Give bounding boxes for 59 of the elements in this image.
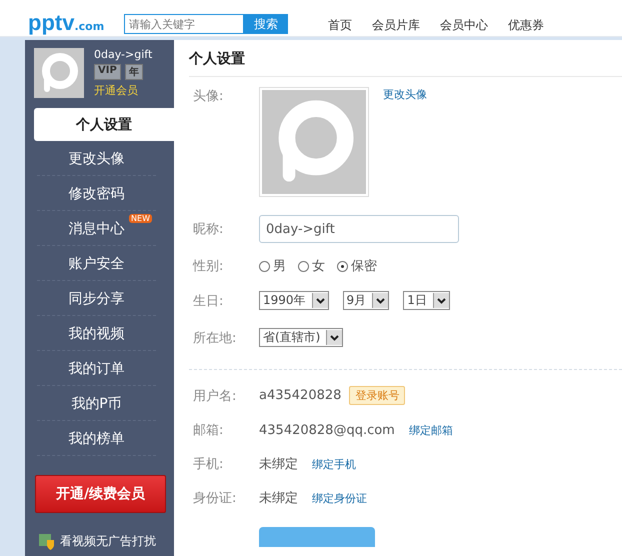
field-label: 邮箱: [193,422,224,439]
caret-icon [372,293,388,308]
gender-radio[interactable]: 保密 [337,257,377,275]
dropdown[interactable]: 1日 [403,291,450,310]
dropdown[interactable]: 1990年 [259,291,329,310]
field-value: 未绑定 [259,490,298,507]
field-label: 用户名: [193,388,238,404]
field-label: 性别: [193,258,224,275]
field-value: a435420828 [259,388,342,403]
radio-icon[interactable] [337,260,348,272]
open-membership-link[interactable]: 开通会员 [94,83,152,98]
nav-link[interactable]: 优惠券 [508,17,544,34]
change-avatar-link[interactable]: 更改头像 [383,87,427,102]
bind-link[interactable]: 绑定身份证 [312,490,367,506]
field-label: 身份证: [193,490,238,507]
nav-link[interactable]: 首页 [328,17,352,34]
new-badge: NEW [129,214,152,223]
radio-icon[interactable] [298,260,309,272]
sidebar-item[interactable]: 同步分享 [37,282,156,316]
sidebar-item[interactable]: 我的榜单 [37,422,156,456]
field-label: 所在地: [193,330,238,346]
dropdown[interactable]: 省(直辖市) [259,328,344,347]
field-value: 未绑定 [259,456,298,473]
field-value: 435420828@qq.com [259,422,395,438]
login-account-tag: 登录账号 [349,386,406,405]
sidebar-item[interactable]: 账户安全 [37,247,156,281]
logo-domain: .com [74,20,104,33]
sidebar-item[interactable]: 个人设置 [34,108,174,141]
bind-link[interactable]: 绑定手机 [312,456,356,472]
field-label: 昵称: [193,221,224,238]
nickname-field[interactable]: 0day->gift [259,215,459,243]
member-badge: 年 [124,64,143,80]
caret-icon [432,293,449,308]
sidebar-item[interactable]: 我的订单 [37,352,156,386]
sidebar-item[interactable]: 消息中心 NEW [37,212,156,246]
sidebar-item[interactable]: 修改密码 [37,177,156,211]
bind-link[interactable]: 绑定邮箱 [408,422,453,438]
gender-radio[interactable]: 女 [298,257,325,275]
field-label: 生日: [193,292,224,310]
dropdown[interactable]: 9月 [342,291,390,310]
radio-icon[interactable] [259,260,270,272]
sidebar-item[interactable]: 更改头像 [37,142,156,176]
nav-link[interactable]: 会员中心 [440,17,488,34]
gender-radio[interactable]: 男 [259,257,286,275]
shield-icon [39,534,55,550]
search-field[interactable]: 请输入关键字 [124,14,244,34]
username: 0day->gift [94,48,152,61]
sidebar-item[interactable]: 我的视频 [37,317,156,351]
caret-icon [312,293,328,308]
member-badge: VIP [94,64,121,80]
field-label: 手机: [193,456,224,473]
field-label: 头像: [193,88,224,105]
sidebar-item[interactable]: 我的P币 [37,387,156,421]
caret-icon [326,330,342,345]
membership-button[interactable]: 开通/续费会员 [35,475,166,513]
nav-link[interactable]: 会员片库 [372,17,420,34]
page-title: 个人设置 [189,40,622,77]
avatar-icon [34,48,84,98]
promo-text: 看视频无广告打扰 [60,533,156,550]
